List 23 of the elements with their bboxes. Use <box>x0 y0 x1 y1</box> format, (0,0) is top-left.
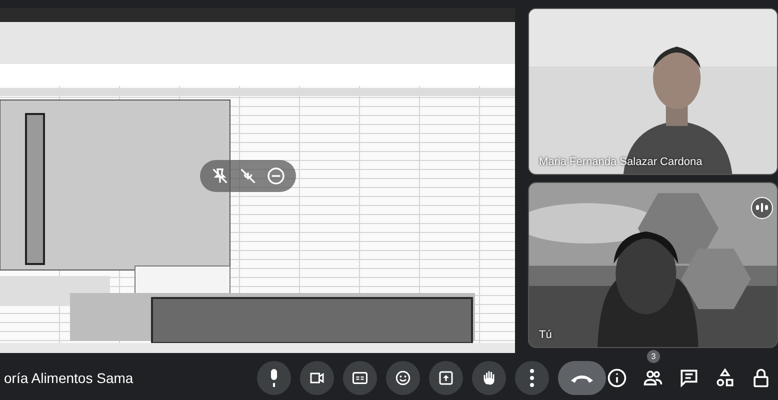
camera-button[interactable] <box>300 360 334 394</box>
activities-button[interactable] <box>714 366 736 388</box>
info-button[interactable] <box>606 366 628 388</box>
emoji-button[interactable] <box>386 360 420 394</box>
mute-icon[interactable] <box>238 166 258 186</box>
raise-hand-button[interactable] <box>472 360 506 394</box>
info-icon <box>606 366 628 388</box>
phone-icon <box>571 372 593 382</box>
unpin-icon[interactable] <box>210 166 230 186</box>
shapes-icon <box>714 366 736 388</box>
captions-button[interactable] <box>343 360 377 394</box>
remove-icon[interactable] <box>266 166 286 186</box>
smiley-icon <box>394 368 412 386</box>
end-call-button[interactable] <box>558 360 606 394</box>
more-button[interactable] <box>515 360 549 394</box>
participant-count: 3 <box>647 350 660 362</box>
present-icon <box>437 368 455 386</box>
present-button[interactable] <box>429 360 463 394</box>
meeting-title: oría Alimentos Sama <box>4 370 134 386</box>
microphone-button[interactable] <box>257 360 291 394</box>
participant-name: Tú <box>539 329 552 341</box>
more-icon <box>530 368 534 386</box>
microphone-icon <box>271 368 277 386</box>
